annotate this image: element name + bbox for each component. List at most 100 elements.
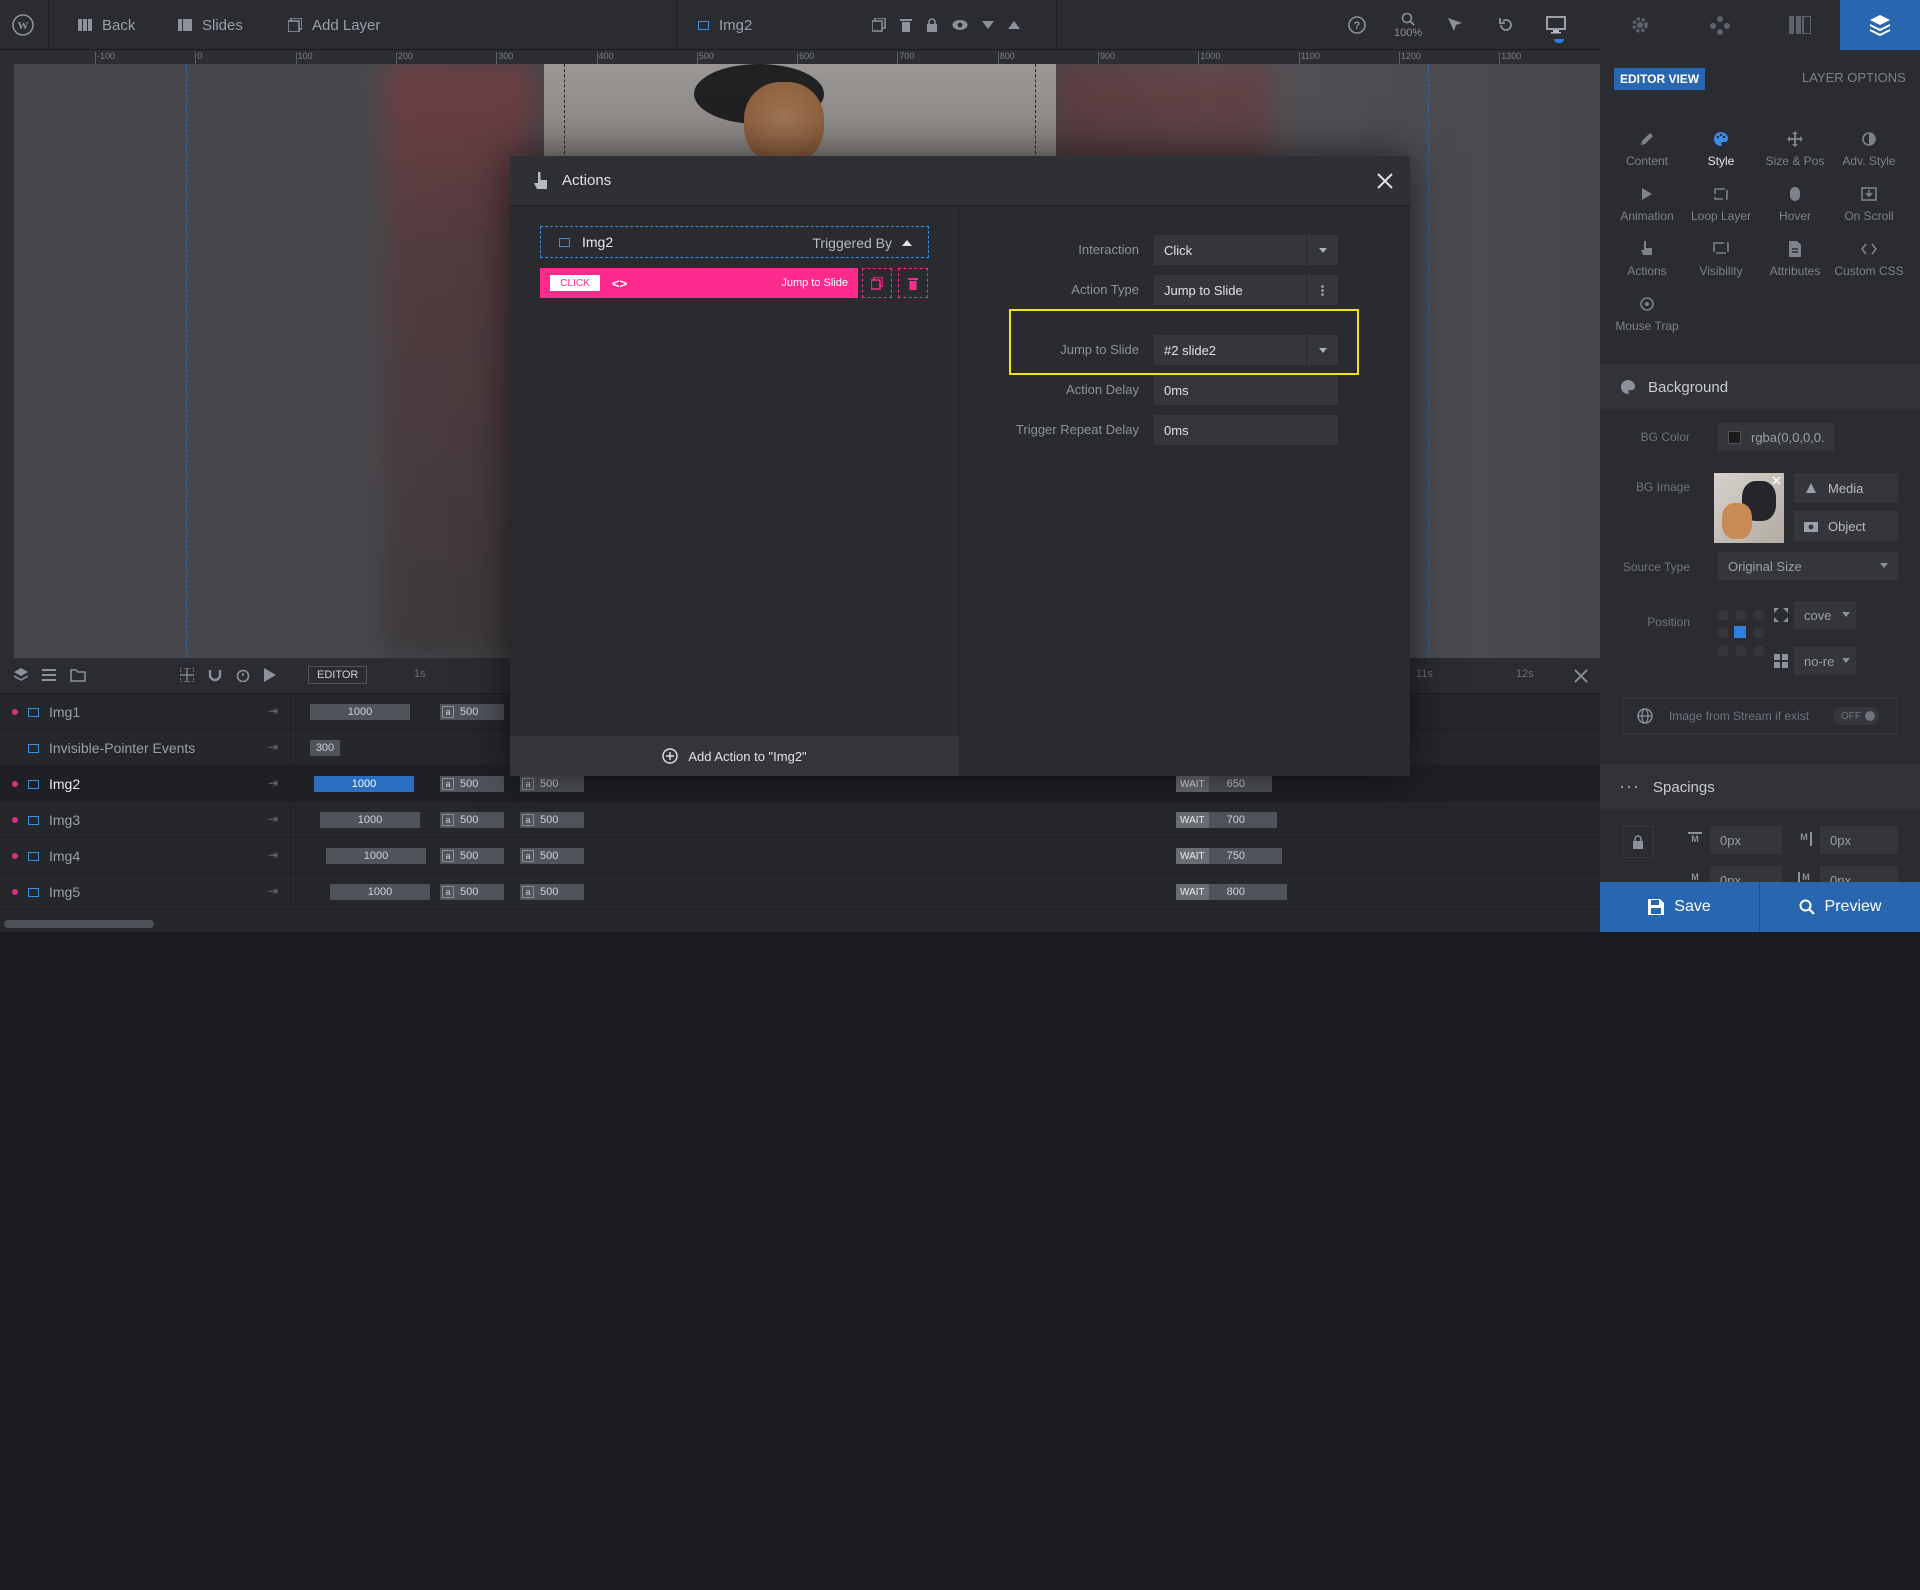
- add-action-button[interactable]: Add Action to "Img2": [510, 736, 959, 776]
- save-button[interactable]: Save: [1600, 882, 1759, 932]
- timeline-in-bar[interactable]: 1000: [330, 884, 430, 900]
- move-down-icon[interactable]: [982, 21, 994, 29]
- timeline-row[interactable]: Img3 ⇥ 1000 a 500 a 500 WAIT 700: [0, 802, 1600, 838]
- timeline-scrollbar[interactable]: [4, 920, 154, 928]
- jump-to-end-icon[interactable]: ⇥: [268, 848, 278, 862]
- close-timeline-icon[interactable]: [1574, 669, 1588, 683]
- play-icon[interactable]: [264, 668, 276, 682]
- timeline-anim-bar[interactable]: a 500: [520, 812, 584, 828]
- timeline-wait-bar[interactable]: WAIT 800: [1176, 884, 1287, 900]
- back-button[interactable]: Back: [78, 0, 135, 50]
- option-loop-layer[interactable]: Loop Layer: [1684, 183, 1758, 223]
- timeline-row[interactable]: Img4 ⇥ 1000 a 500 a 500 WAIT 750: [0, 838, 1600, 874]
- stopwatch-icon[interactable]: [236, 668, 250, 682]
- option-style[interactable]: Style: [1684, 128, 1758, 168]
- jump-to-end-icon[interactable]: ⇥: [268, 704, 278, 718]
- duplicate-icon[interactable]: [872, 18, 886, 32]
- jump-to-slide-select[interactable]: #2 slide2: [1154, 335, 1338, 365]
- magnet-icon[interactable]: [208, 668, 222, 682]
- close-icon[interactable]: [1376, 172, 1394, 190]
- margin-left-input[interactable]: 0px: [1820, 866, 1898, 882]
- option-mouse-trap[interactable]: Mouse Trap: [1610, 293, 1684, 333]
- media-button[interactable]: Media: [1794, 473, 1898, 503]
- bg-image-thumbnail[interactable]: [1714, 473, 1784, 543]
- spacing-lock[interactable]: [1622, 826, 1654, 858]
- undo-button[interactable]: [1498, 0, 1514, 50]
- remove-image-icon[interactable]: [1772, 476, 1781, 485]
- lock-icon[interactable]: [926, 18, 938, 32]
- jump-to-end-icon[interactable]: ⇥: [268, 776, 278, 790]
- option-visibility[interactable]: Visibility: [1684, 238, 1758, 278]
- timeline-anim-bar[interactable]: a 500: [520, 848, 584, 864]
- slides-button[interactable]: Slides: [178, 0, 243, 50]
- preview-button[interactable]: Preview: [1760, 882, 1920, 932]
- timeline-anim-bar[interactable]: a 500: [440, 704, 504, 720]
- eye-icon[interactable]: [952, 19, 968, 31]
- interaction-select[interactable]: Click: [1154, 235, 1338, 265]
- option-adv-style[interactable]: Adv. Style: [1832, 128, 1906, 168]
- option-hover[interactable]: Hover: [1758, 183, 1832, 223]
- tab-layers[interactable]: [1840, 0, 1920, 50]
- timeline-anim-bar[interactable]: a 500: [440, 848, 504, 864]
- timeline-anim-bar[interactable]: a 500: [520, 776, 584, 792]
- jump-to-end-icon[interactable]: ⇥: [268, 740, 278, 754]
- timeline-wait-bar[interactable]: WAIT 750: [1176, 848, 1282, 864]
- background-section-header[interactable]: Background: [1600, 364, 1920, 410]
- timeline-row[interactable]: Img5 ⇥ 1000 a 500 a 500 WAIT 800: [0, 874, 1600, 910]
- timeline-in-bar[interactable]: 1000: [320, 812, 420, 828]
- timeline-wait-bar[interactable]: WAIT 700: [1176, 812, 1277, 828]
- duplicate-action-button[interactable]: [862, 268, 892, 298]
- zoom-control[interactable]: 100%: [1394, 0, 1422, 50]
- option-actions[interactable]: Actions: [1610, 238, 1684, 278]
- option-animation[interactable]: Animation: [1610, 183, 1684, 223]
- timeline-in-bar[interactable]: 1000: [310, 704, 410, 720]
- bg-size-select[interactable]: cove: [1794, 601, 1856, 629]
- tab-navigation[interactable]: [1680, 0, 1760, 50]
- source-type-select[interactable]: Original Size: [1718, 552, 1898, 580]
- position-grid[interactable]: [1714, 606, 1766, 658]
- tab-slide-options[interactable]: [1600, 0, 1680, 50]
- list-icon[interactable]: [42, 668, 56, 682]
- editor-label[interactable]: EDITOR: [308, 666, 368, 684]
- layer-trigger-group[interactable]: Img2 Triggered By: [540, 226, 929, 258]
- margin-right-input[interactable]: 0px: [1820, 826, 1898, 854]
- object-button[interactable]: Object: [1794, 511, 1898, 541]
- bg-repeat-select[interactable]: no-re: [1794, 647, 1856, 675]
- editor-view-button[interactable]: EDITOR VIEW: [1614, 68, 1706, 90]
- margin-top-input[interactable]: 0px: [1710, 826, 1782, 854]
- spacings-section-header[interactable]: ··· Spacings: [1600, 764, 1920, 810]
- add-layer-button[interactable]: Add Layer: [288, 0, 380, 50]
- trash-icon[interactable]: [900, 18, 912, 32]
- help-button[interactable]: ?: [1348, 0, 1366, 50]
- margin-bottom-input[interactable]: 0px: [1710, 866, 1782, 882]
- select-tool[interactable]: [1448, 0, 1462, 50]
- timeline-anim-bar[interactable]: a 500: [440, 776, 504, 792]
- trigger-repeat-delay-input[interactable]: 0ms: [1154, 415, 1338, 445]
- timeline-wait-bar[interactable]: WAIT 650: [1176, 776, 1272, 792]
- option-size-pos[interactable]: Size & Pos: [1758, 128, 1832, 168]
- wordpress-logo[interactable]: W: [12, 0, 34, 50]
- timeline-anim-bar[interactable]: a 500: [440, 812, 504, 828]
- delete-action-button[interactable]: [898, 268, 928, 298]
- layer-selector[interactable]: Img2: [698, 0, 752, 50]
- tab-module[interactable]: [1760, 0, 1840, 50]
- timeline-in-bar[interactable]: 300: [310, 740, 340, 756]
- move-up-icon[interactable]: [1008, 21, 1020, 29]
- grid-snap-icon[interactable]: [180, 668, 194, 682]
- option-on-scroll[interactable]: On Scroll: [1832, 183, 1906, 223]
- bg-color-input[interactable]: rgba(0,0,0,0.: [1718, 423, 1834, 451]
- action-delay-input[interactable]: 0ms: [1154, 375, 1338, 405]
- action-type-select[interactable]: Jump to Slide: [1154, 275, 1338, 305]
- timeline-in-bar[interactable]: 1000: [314, 776, 414, 792]
- timeline-anim-bar[interactable]: a 500: [440, 884, 504, 900]
- option-content[interactable]: Content: [1610, 128, 1684, 168]
- action-item[interactable]: CLICK <> Jump to Slide: [540, 268, 858, 298]
- jump-to-end-icon[interactable]: ⇥: [268, 884, 278, 898]
- timeline-in-bar[interactable]: 1000: [326, 848, 426, 864]
- folder-icon[interactable]: [70, 668, 86, 682]
- option-attributes[interactable]: Attributes: [1758, 238, 1832, 278]
- timeline-anim-bar[interactable]: a 500: [520, 884, 584, 900]
- stream-toggle[interactable]: OFF: [1833, 707, 1879, 725]
- layers-small-icon[interactable]: [14, 668, 28, 682]
- jump-to-end-icon[interactable]: ⇥: [268, 812, 278, 826]
